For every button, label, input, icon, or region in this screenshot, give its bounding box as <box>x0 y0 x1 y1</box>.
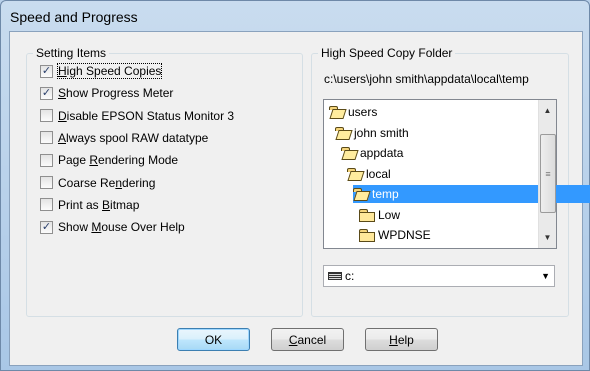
label-suffix: isable EPSON Status Monitor 3 <box>66 108 235 123</box>
scroll-thumb[interactable]: ≡ <box>540 134 556 213</box>
setting-item[interactable]: ✓ High Speed Copies <box>40 62 163 80</box>
checkbox-icon[interactable] <box>40 109 53 123</box>
tree-node-label: local <box>366 166 391 181</box>
setting-item-label: Page Rendering Mode <box>58 153 178 167</box>
label-suffix: lways spool RAW datatype <box>66 130 209 145</box>
tree-node-label: john smith <box>354 125 409 140</box>
scroll-down-icon: ▼ <box>543 233 552 242</box>
help-label-rest: elp <box>397 332 414 347</box>
help-button-label: Help <box>389 333 414 347</box>
label-mnemonic: A <box>58 130 67 145</box>
label-mnemonic: S <box>58 86 67 101</box>
label-prefix: Print as <box>58 197 103 212</box>
label-suffix: ouse Over Help <box>101 220 185 235</box>
setting-item[interactable]: Page Rendering Mode <box>40 151 178 169</box>
drive-select[interactable]: c: ▼ <box>323 265 555 287</box>
setting-item[interactable]: ✓ Show Mouse Over Help <box>40 218 185 236</box>
setting-item[interactable]: Always spool RAW datatype <box>40 129 208 147</box>
scroll-up-icon: ▲ <box>543 106 552 115</box>
setting-item-label: Coarse Rendering <box>58 176 155 190</box>
scroll-up-button[interactable]: ▲ <box>539 102 556 119</box>
copy-folder-group: High Speed Copy Folder c:\users\john smi… <box>311 46 590 317</box>
checkbox-icon[interactable] <box>40 176 53 189</box>
folder-open-icon <box>329 106 345 118</box>
folder-open-icon <box>341 147 357 159</box>
ok-button-label: OK <box>204 332 223 347</box>
setting-item-label: High Speed Copies <box>56 63 163 79</box>
tree-node-label: users <box>348 105 378 119</box>
tree-node-label: Low <box>378 207 401 222</box>
tree-node[interactable]: local <box>347 165 391 183</box>
label-prefix: Coarse Re <box>58 175 116 190</box>
folder-open-icon <box>353 188 369 200</box>
label-mnemonic: D <box>58 108 67 123</box>
setting-item[interactable]: Disable EPSON Status Monitor 3 <box>40 107 234 125</box>
label-mnemonic: M <box>91 220 102 235</box>
label-suffix: dering <box>122 175 156 190</box>
folder-open-icon <box>335 126 351 139</box>
dialog-window: Speed and Progress Setting Items ✓ High S… <box>0 0 590 371</box>
scroll-down-button[interactable]: ▼ <box>539 229 556 246</box>
setting-item[interactable]: Coarse Rendering <box>40 174 155 192</box>
label-suffix: igh Speed Copies <box>66 64 162 78</box>
setting-items-label: Setting Items <box>33 46 110 60</box>
setting-item[interactable]: ✓ Show Progress Meter <box>40 84 173 102</box>
tree-scrollbar[interactable]: ▲ ≡ ▼ <box>538 100 556 248</box>
checkbox-checked-icon[interactable]: ✓ <box>40 64 53 78</box>
setting-item-label: Show Mouse Over Help <box>58 220 185 234</box>
setting-item-label: Disable EPSON Status Monitor 3 <box>58 109 234 123</box>
folder-tree[interactable]: users john smith appdata local temp Low WPDNSE… <box>323 99 590 249</box>
dropdown-arrow-icon: ▼ <box>541 271 550 281</box>
label-prefix: Show <box>58 220 92 235</box>
help-mnemonic: H <box>389 332 398 347</box>
tree-node[interactable]: users <box>329 103 377 121</box>
folder-icon <box>359 229 375 242</box>
tree-node[interactable]: Low <box>359 206 400 224</box>
tree-node-label: appdata <box>360 146 404 160</box>
folder-open-icon <box>347 167 363 180</box>
label-mnemonic: H <box>58 64 67 78</box>
label-mnemonic: R <box>89 153 99 168</box>
title-bar[interactable]: Speed and Progress <box>1 1 589 31</box>
copy-folder-label: High Speed Copy Folder <box>318 46 456 60</box>
setting-item-label: Print as Bitmap <box>58 198 139 212</box>
checkbox-icon[interactable] <box>40 153 53 167</box>
tree-node-label: WPDNSE <box>378 228 431 242</box>
cancel-button-label: Cancel <box>289 333 326 347</box>
window-title: Speed and Progress <box>10 9 138 25</box>
checkbox-icon[interactable] <box>40 131 53 145</box>
folder-path-text: c:\users\john smith\appdata\local\temp <box>324 72 529 86</box>
folder-icon <box>359 208 375 222</box>
tree-node[interactable]: appdata <box>341 144 403 162</box>
help-button[interactable]: Help <box>365 328 438 351</box>
setting-items-group: Setting Items ✓ High Speed Copies ✓ Show Pr… <box>26 46 303 317</box>
dialog-body: Setting Items ✓ High Speed Copies ✓ Show Pr… <box>9 31 590 366</box>
grip-icon: ≡ <box>545 168 551 179</box>
drive-icon <box>328 272 342 280</box>
cancel-button[interactable]: Cancel <box>271 328 344 351</box>
label-mnemonic: B <box>102 197 111 212</box>
label-prefix: Page <box>58 153 90 168</box>
setting-item[interactable]: Print as Bitmap <box>40 196 139 214</box>
checkbox-icon[interactable] <box>40 198 53 212</box>
label-suffix: how Progress Meter <box>66 86 174 101</box>
drive-value: c: <box>345 269 355 283</box>
checkbox-checked-icon[interactable]: ✓ <box>40 86 53 100</box>
label-suffix: endering Mode <box>98 153 179 168</box>
tree-node[interactable]: john smith <box>335 124 409 142</box>
tree-node-label: temp <box>372 187 399 201</box>
setting-item-label: Always spool RAW datatype <box>58 131 208 145</box>
cancel-label-rest: ancel <box>297 332 327 347</box>
tree-node[interactable]: WPDNSE <box>359 226 431 244</box>
setting-item-label: Show Progress Meter <box>58 86 173 100</box>
ok-button[interactable]: OK <box>177 328 250 351</box>
label-suffix: itmap <box>110 197 140 212</box>
checkbox-checked-icon[interactable]: ✓ <box>40 220 53 234</box>
